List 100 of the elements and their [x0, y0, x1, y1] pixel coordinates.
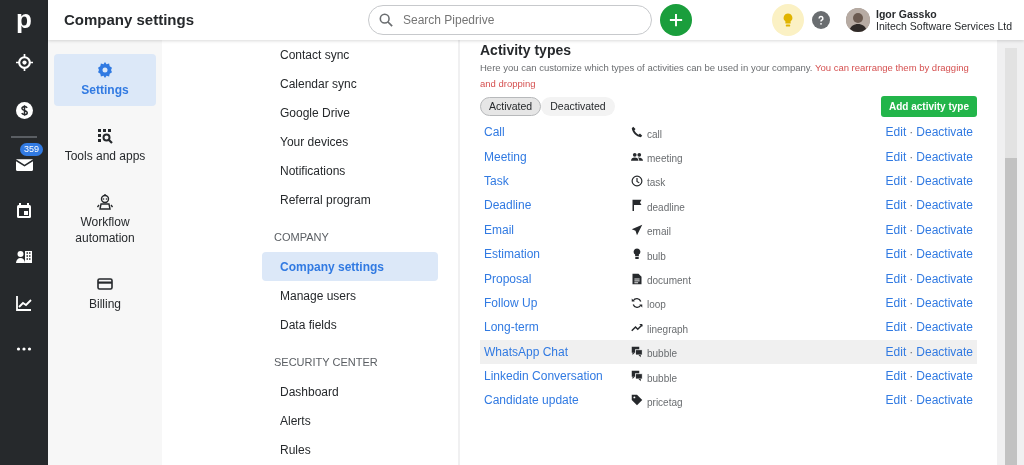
edit-link[interactable]: Edit	[885, 342, 907, 361]
submenu-item[interactable]: Referral program	[262, 185, 438, 214]
icon-label: deadline	[647, 200, 685, 215]
deactivate-link[interactable]: Deactivate	[916, 342, 973, 361]
icon-label: call	[647, 127, 662, 142]
avatar[interactable]	[846, 8, 870, 32]
deactivate-link[interactable]: Deactivate	[916, 318, 973, 337]
add-activity-type-button[interactable]: Add activity type	[880, 96, 977, 117]
submenu-item[interactable]: Manage users	[262, 281, 438, 310]
deactivate-link[interactable]: Deactivate	[916, 293, 973, 312]
submenu-item[interactable]: Rules	[262, 435, 438, 464]
activity-type-link[interactable]: Proposal	[484, 271, 532, 286]
section-heading: COMPANY	[273, 230, 330, 245]
settings-nav-item[interactable]: Settings	[54, 54, 156, 106]
activity-type-link[interactable]: Call	[484, 125, 505, 140]
submenu-item[interactable]: Calendar sync	[262, 69, 438, 98]
add-button[interactable]	[660, 4, 692, 36]
separator: ·	[909, 246, 914, 264]
activity-type-link[interactable]: Task	[484, 173, 509, 188]
edit-link[interactable]: Edit	[885, 367, 907, 386]
filter-tab[interactable]: Deactivated	[541, 96, 615, 117]
loop-icon	[631, 296, 643, 309]
icon-label: task	[647, 176, 666, 191]
submenu-item[interactable]: Data fields	[262, 310, 438, 339]
chart-icon[interactable]	[16, 295, 32, 311]
dollar-icon[interactable]	[15, 101, 33, 119]
activity-type-link[interactable]: WhatsApp Chat	[484, 344, 569, 359]
edit-link[interactable]: Edit	[885, 318, 907, 337]
activity-type-link[interactable]: Estimation	[484, 247, 541, 262]
separator: ·	[909, 221, 914, 239]
submenu-item[interactable]: Dashboard	[262, 377, 438, 406]
settings-nav-item[interactable]: Tools and apps	[54, 120, 156, 172]
deactivate-link[interactable]: Deactivate	[916, 391, 973, 410]
icon-label: bubble	[647, 371, 678, 386]
icon-label: document	[647, 274, 691, 289]
scrollbar[interactable]	[1005, 48, 1017, 465]
search-field[interactable]: Search Pipedrive	[401, 10, 631, 30]
edit-link[interactable]: Edit	[885, 391, 907, 410]
activity-type-link[interactable]: Email	[484, 222, 514, 237]
deactivate-link[interactable]: Deactivate	[916, 220, 973, 239]
line-graph-icon	[631, 321, 643, 334]
deactivate-link[interactable]: Deactivate	[916, 147, 973, 166]
separator: ·	[909, 172, 914, 190]
icon-label: meeting	[647, 152, 683, 167]
deactivate-link[interactable]: Deactivate	[916, 245, 973, 264]
separator: ·	[909, 343, 914, 361]
edit-link[interactable]: Edit	[885, 123, 907, 142]
user-name: Igor Gassko	[876, 7, 938, 20]
section-title: Activity types	[480, 42, 573, 58]
icon-label: bubble	[647, 347, 678, 362]
activity-type-link[interactable]: Meeting	[484, 149, 527, 164]
submenu-item[interactable]: Contact sync	[262, 40, 438, 69]
submenu-item[interactable]: Google Drive	[262, 98, 438, 127]
activity-type-link[interactable]: Long-term	[484, 320, 539, 335]
lightbulb-icon	[781, 13, 795, 27]
edit-link[interactable]: Edit	[885, 220, 907, 239]
edit-link[interactable]: Edit	[885, 171, 907, 190]
activity-type-link[interactable]: Linkedin Conversation	[484, 369, 603, 384]
gear-icon	[97, 62, 113, 78]
activity-type-link[interactable]: Deadline	[484, 198, 532, 213]
calendar-icon[interactable]	[16, 203, 32, 219]
filter-tab[interactable]: Activated	[480, 96, 542, 117]
bulb-icon	[631, 248, 643, 261]
logo[interactable]: p	[16, 4, 32, 38]
icon-label: loop	[647, 298, 666, 313]
deactivate-link[interactable]: Deactivate	[916, 171, 973, 190]
activity-type-link[interactable]: Candidate update	[484, 393, 579, 408]
deactivate-link[interactable]: Deactivate	[916, 123, 973, 142]
activity-type-link[interactable]: Follow Up	[484, 295, 538, 310]
separator: ·	[909, 270, 914, 288]
submenu-item[interactable]: Your devices	[262, 127, 438, 156]
phone-icon	[631, 126, 643, 139]
flag-icon	[631, 199, 643, 212]
deactivate-link[interactable]: Deactivate	[916, 367, 973, 386]
edit-link[interactable]: Edit	[885, 245, 907, 264]
edit-link[interactable]: Edit	[885, 196, 907, 215]
separator: ·	[909, 197, 914, 215]
icon-label: linegraph	[647, 322, 689, 337]
section-heading: SECURITY CENTER	[273, 355, 379, 370]
edit-link[interactable]: Edit	[885, 147, 907, 166]
contacts-icon[interactable]	[16, 249, 32, 265]
submenu-item[interactable]: Notifications	[262, 156, 438, 185]
search-icon	[379, 13, 393, 27]
help-button[interactable]	[812, 11, 830, 29]
separator: ·	[909, 368, 914, 386]
robot-icon	[97, 194, 113, 210]
settings-nav-item[interactable]: Billing	[54, 268, 156, 320]
deactivate-link[interactable]: Deactivate	[916, 196, 973, 215]
settings-nav-item[interactable]: Workflow automation	[54, 186, 156, 254]
edit-link[interactable]: Edit	[885, 293, 907, 312]
tag-icon	[631, 394, 643, 407]
chat-icon	[631, 370, 643, 383]
submenu-item[interactable]: Company settings	[262, 252, 438, 281]
submenu-item[interactable]: Alerts	[262, 406, 438, 435]
separator: ·	[909, 148, 914, 166]
target-icon[interactable]	[15, 53, 33, 71]
deactivate-link[interactable]: Deactivate	[916, 269, 973, 288]
edit-link[interactable]: Edit	[885, 269, 907, 288]
icon-label: pricetag	[647, 396, 683, 410]
question-mark-icon	[816, 15, 826, 25]
